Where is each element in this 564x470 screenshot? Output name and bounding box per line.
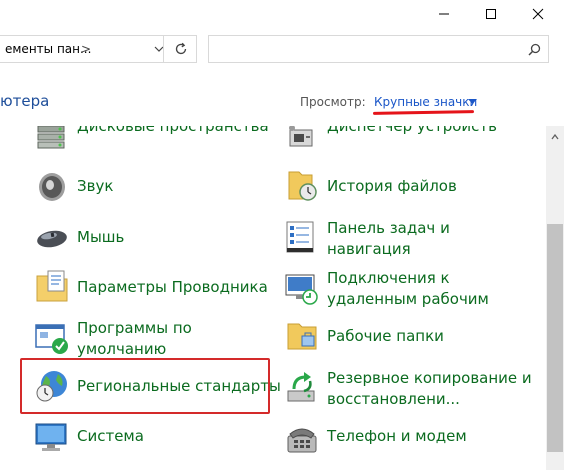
address-bar[interactable]: ементы пан... > <box>0 35 197 63</box>
item-label-line2: навигация <box>327 240 411 258</box>
phone-modem-icon <box>287 428 317 453</box>
maximize-icon <box>486 9 496 19</box>
scrollbar-thumb[interactable] <box>547 224 563 452</box>
item-label-line1: Программы по <box>77 319 192 337</box>
item-label: Диспетчер устройств <box>327 126 498 135</box>
file-history-icon <box>288 171 317 201</box>
default-programs-icon <box>35 324 68 354</box>
red-underline-annotation <box>372 110 475 115</box>
item-label: Параметры Проводника <box>77 278 268 296</box>
control-panel-items: Дисковые пространства Звук Мышь Параметр… <box>0 126 546 470</box>
item-label-line2: восстановлени... <box>327 390 460 408</box>
item-label: Система <box>77 427 144 445</box>
item-label: Телефон и модем <box>327 427 467 445</box>
vertical-scrollbar[interactable] <box>546 126 564 470</box>
close-button[interactable] <box>515 0 561 28</box>
item-label-line1: Резервное копирование и <box>327 369 532 387</box>
device-manager-icon <box>289 126 313 147</box>
item-label-line2: удаленным рабочим <box>327 290 489 308</box>
address-row: ементы пан... > <box>0 30 564 70</box>
close-icon <box>532 8 544 20</box>
page-title: ютера <box>0 92 50 110</box>
address-path: ементы пан... <box>5 42 92 56</box>
red-highlight-annotation <box>20 358 270 414</box>
minimize-icon <box>439 13 449 15</box>
scroll-up-arrow-icon[interactable] <box>551 134 559 140</box>
folder-options-icon <box>36 270 68 302</box>
system-monitor-icon <box>35 423 67 451</box>
title-bar <box>0 0 564 30</box>
speaker-icon <box>39 173 65 201</box>
item-label: История файлов <box>327 177 457 195</box>
search-icon[interactable] <box>528 43 541 56</box>
taskbar-icon <box>286 221 314 253</box>
item-label: Дисковые пространства <box>77 126 269 135</box>
maximize-button[interactable] <box>468 0 514 28</box>
address-separator[interactable]: > <box>81 42 91 56</box>
view-mode-dropdown[interactable]: Крупные значки <box>374 95 477 109</box>
content-header: ютера Просмотр: Крупные значки <box>0 70 564 126</box>
refresh-button[interactable] <box>163 36 198 62</box>
item-label: Мышь <box>77 228 125 246</box>
item-label-line1: Подключения к <box>327 269 450 287</box>
item-label-line1: Панель задач и <box>327 219 450 237</box>
item-label-line2: умолчанию <box>77 340 167 358</box>
view-label: Просмотр: <box>300 95 366 109</box>
item-label: Звук <box>77 177 114 195</box>
refresh-icon <box>175 42 187 55</box>
caret-down-icon[interactable] <box>468 99 477 105</box>
work-folders-icon <box>287 323 317 350</box>
search-input[interactable] <box>208 35 549 63</box>
item-label: Рабочие папки <box>327 327 444 345</box>
remote-desktop-icon <box>285 274 318 305</box>
mouse-icon <box>37 230 67 248</box>
backup-restore-icon <box>287 372 315 402</box>
minimize-button[interactable] <box>421 0 467 28</box>
storage-spaces-icon <box>37 126 65 149</box>
